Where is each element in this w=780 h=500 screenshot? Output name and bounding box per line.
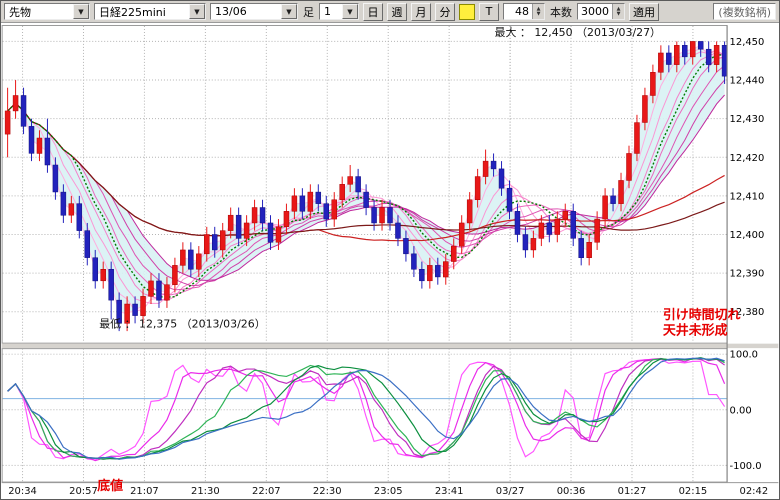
price-tick-label: 12,390 [730,269,765,280]
chevron-down-icon: ▼ [189,4,205,19]
period-month-button[interactable]: 月 [411,3,431,21]
category-value: 先物 [9,4,70,20]
highlight-swatch[interactable] [459,4,475,20]
oscillator-tick-label: 0.00 [730,405,752,416]
multi-symbol-label: (複数銘柄) [718,4,771,20]
min-price-annotation: 最低 ： 12,375 （2013/03/26） [99,318,265,331]
time-tick-label: 22:07 [252,486,281,497]
chevron-down-icon: ▼ [342,4,358,19]
total-bars-spinner[interactable]: 3000 ▲▼ [577,3,625,20]
spinner-arrows-icon[interactable]: ▲▼ [612,4,624,19]
period-day-button[interactable]: 日 [363,3,383,21]
multi-symbol-box: (複数銘柄) [713,3,776,20]
chart-application-window: 先物 ▼ 日経225mini ▼ 13/06 ▼ 足 1 ▼ 日 週 月 分 T… [0,0,780,500]
symbol-value: 日経225mini [99,4,186,20]
time-tick-label: 01:27 [618,486,647,497]
bars-visible-value: 48 [504,4,532,19]
price-tick-label: 12,430 [730,114,765,125]
note-line1-annotation: 引け時間切れ [663,307,741,323]
time-tick-label: 20:57 [69,486,98,497]
time-tick-label: 23:05 [374,486,403,497]
interval-value: 1 [324,5,339,18]
bar-type-label: 足 [302,4,315,20]
contract-value: 13/06 [215,5,278,18]
time-tick-label: 03/27 [496,486,525,497]
chevron-down-icon: ▼ [281,4,297,19]
contract-month-select[interactable]: 13/06 ▼ [210,3,298,20]
chevron-down-icon: ▼ [73,4,89,19]
period-minute-button[interactable]: 分 [435,3,455,21]
time-tick-label: 00:36 [557,486,586,497]
oscillator-tick-label: 100.0 [730,350,758,361]
price-tick-label: 12,400 [730,230,765,241]
price-tick-label: 12,420 [730,153,765,164]
oscillator-grid-layer [3,349,727,482]
ribbon-fill-layer [8,45,725,313]
time-tick-label: 23:41 [435,486,464,497]
symbol-select[interactable]: 日経225mini ▼ [94,3,206,20]
time-tick-label: 21:30 [191,486,220,497]
max-price-annotation: 最大 ： 12,450 （2013/03/27） [495,25,661,39]
price-tick-label: 12,450 [730,37,765,48]
price-tick-label: 12,440 [730,76,765,87]
price-tick-label: 12,410 [730,191,765,202]
tick-button[interactable]: T [479,3,499,21]
category-select[interactable]: 先物 ▼ [4,3,90,20]
bottom-note-annotation: 底値 [97,478,123,494]
time-tick-label: 21:07 [130,486,159,497]
chart-canvas[interactable]: 12,450 12,440 12,430 12,420 12,410 12,400 12,3… [1,23,779,498]
time-tick-label: 20:34 [8,486,37,497]
bars-visible-spinner[interactable]: 48 ▲▼ [503,3,545,20]
spinner-arrows-icon[interactable]: ▲▼ [532,4,544,19]
time-tick-label: 02:15 [679,486,708,497]
interval-select[interactable]: 1 ▼ [319,3,359,20]
apply-button[interactable]: 適用 [629,3,659,21]
total-bars-value: 3000 [578,4,612,19]
time-tick-label: 02:42 [740,486,769,497]
note-line2-annotation: 天井未形成 [663,323,728,339]
candles-layer [5,41,727,331]
period-week-button[interactable]: 週 [387,3,407,21]
toolbar: 先物 ▼ 日経225mini ▼ 13/06 ▼ 足 1 ▼ 日 週 月 分 T… [1,1,779,23]
count-label: 本数 [549,4,573,20]
oscillator-tick-label: -100.0 [730,461,762,472]
time-tick-label: 22:30 [313,486,342,497]
oscillator-lines-layer [8,358,725,461]
